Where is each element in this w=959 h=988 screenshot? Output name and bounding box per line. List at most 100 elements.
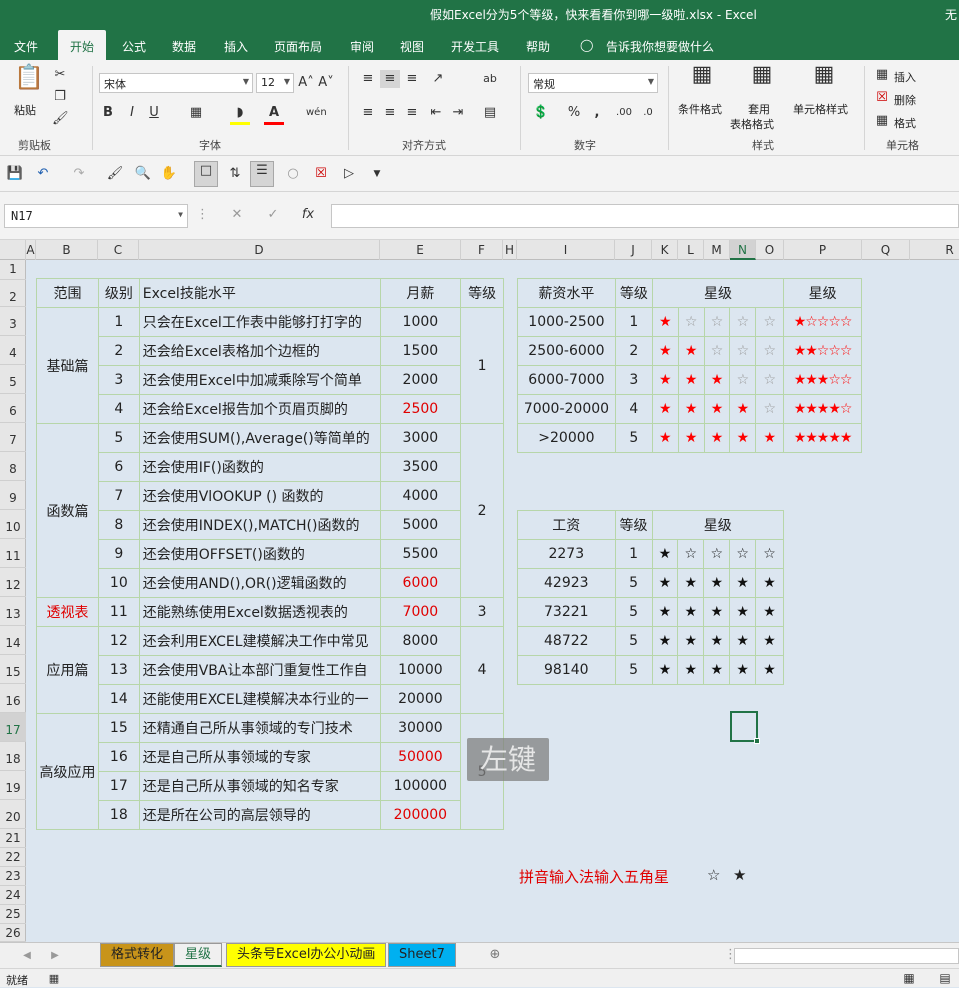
delete-cells-icon[interactable]: ☒ xyxy=(874,89,890,107)
level-cell[interactable]: 1 xyxy=(97,307,140,337)
row-header[interactable]: 3 xyxy=(0,307,26,336)
align-top-icon[interactable]: ≡ xyxy=(358,70,378,88)
tab-formulas[interactable]: 公式 xyxy=(122,38,146,55)
decrease-indent-icon[interactable]: ⇤ xyxy=(426,104,446,122)
align-right-icon[interactable]: ≡ xyxy=(402,104,422,122)
format-as-table-label2[interactable]: 表格格式 xyxy=(730,116,774,132)
row-header[interactable]: 4 xyxy=(0,336,26,365)
skill-cell[interactable]: 还是自己所从事领域的专家 xyxy=(138,742,381,772)
format-cells-button[interactable]: 格式 xyxy=(894,115,916,131)
skill-cell[interactable]: 还是所在公司的高层领导的 xyxy=(138,800,381,830)
align-center-icon[interactable]: ≡ xyxy=(380,104,400,122)
filled-star[interactable]: ★ xyxy=(677,655,705,685)
filled-star[interactable]: ★ xyxy=(703,597,731,627)
salary-cell[interactable]: 200000 xyxy=(379,800,462,830)
format-painter-icon[interactable]: 🖌 xyxy=(52,110,69,128)
row-header[interactable]: 10 xyxy=(0,510,26,539)
orientation-icon[interactable]: ↗ xyxy=(428,70,448,88)
row-header[interactable]: 19 xyxy=(0,771,26,800)
tab-developer[interactable]: 开发工具 xyxy=(451,38,499,55)
fill-handle[interactable] xyxy=(754,738,760,744)
filled-star[interactable]: ★ xyxy=(755,626,784,656)
row-header[interactable]: 9 xyxy=(0,481,26,510)
salary-cell[interactable]: 3500 xyxy=(379,452,462,482)
tab-view[interactable]: 视图 xyxy=(400,38,424,55)
row-header[interactable]: 18 xyxy=(0,742,26,771)
skill-cell[interactable]: 还会给Excel表格加个边框的 xyxy=(138,336,381,366)
insert-cells-button[interactable]: 插入 xyxy=(894,69,916,85)
filled-star[interactable]: ★ xyxy=(703,394,731,424)
level-cell[interactable]: 9 xyxy=(97,539,140,569)
level-cell[interactable]: 10 xyxy=(97,568,140,598)
accounting-icon[interactable]: 💲 xyxy=(530,104,552,122)
salary-cell[interactable]: 100000 xyxy=(379,771,462,801)
filled-star[interactable]: ★ xyxy=(703,423,731,453)
filled-star[interactable]: ★ xyxy=(729,655,757,685)
tab-review[interactable]: 审阅 xyxy=(350,38,374,55)
row-header-selected[interactable]: 17 xyxy=(0,713,26,742)
row-header[interactable]: 26 xyxy=(0,924,26,942)
row-header[interactable]: 12 xyxy=(0,568,26,597)
level-cell[interactable]: 15 xyxy=(97,713,140,743)
increase-decimal-icon[interactable]: .00 xyxy=(614,104,634,122)
level-cell[interactable]: 17 xyxy=(97,771,140,801)
salary-cell[interactable]: 4000 xyxy=(379,481,462,511)
row-header[interactable]: 2 xyxy=(0,280,26,307)
salary-range-cell[interactable]: >20000 xyxy=(517,423,616,453)
header-cell[interactable]: 星级 xyxy=(651,278,785,308)
star-rating-cell[interactable]: ★★☆☆☆ xyxy=(783,336,862,366)
skill-cell[interactable]: 还会利用EXCEL建模解决工作中常见 xyxy=(138,626,381,656)
fill-color-icon[interactable]: ◗ xyxy=(230,104,250,125)
row-header[interactable]: 16 xyxy=(0,684,26,713)
col-header[interactable]: K xyxy=(652,240,678,260)
wage-cell[interactable]: 2273 xyxy=(517,539,616,569)
comment-icon[interactable]: □ xyxy=(194,161,218,187)
tab-file[interactable]: 文件 xyxy=(14,38,38,55)
font-size-select[interactable]: 12 ▼ xyxy=(256,73,294,93)
star-rating-cell[interactable]: ★★★☆☆ xyxy=(783,365,862,395)
level-cell[interactable]: 18 xyxy=(97,800,140,830)
insert-function-icon[interactable]: fx xyxy=(298,206,318,224)
range-cell[interactable]: 透视表 xyxy=(36,597,99,627)
col-header-selected[interactable]: N xyxy=(730,240,756,260)
next-comment-icon[interactable]: ▷ xyxy=(340,165,358,183)
font-name-select[interactable]: 宋体 ▼ xyxy=(99,73,253,93)
format-cells-icon[interactable]: ▦ xyxy=(874,112,890,130)
merge-center-icon[interactable]: ▤ xyxy=(480,104,500,122)
filled-star[interactable]: ★ xyxy=(703,365,731,395)
decrease-font-icon[interactable]: A˅ xyxy=(318,74,334,92)
empty-star[interactable]: ☆ xyxy=(729,539,757,569)
empty-star[interactable]: ☆ xyxy=(729,336,757,366)
salary-cell[interactable]: 5500 xyxy=(379,539,462,569)
worksheet-grid[interactable]: 范围 级别 Excel技能水平 月薪 等级 基础篇 1 只会在Excel工作表中能够… xyxy=(26,260,959,942)
percent-icon[interactable]: % xyxy=(564,104,584,122)
col-header[interactable]: B xyxy=(36,240,98,260)
col-header[interactable]: R xyxy=(910,240,959,260)
star-rating-cell[interactable]: ★★★★☆ xyxy=(783,394,862,424)
skill-cell[interactable]: 还能使用EXCEL建模解决本行业的一 xyxy=(138,684,381,714)
col-header[interactable]: C xyxy=(98,240,139,260)
skill-cell[interactable]: 还会给Excel报告加个页眉页脚的 xyxy=(138,394,381,424)
filled-star[interactable]: ★ xyxy=(677,597,705,627)
empty-star[interactable]: ☆ xyxy=(703,336,731,366)
header-cell[interactable]: 等级 xyxy=(614,510,653,540)
range-cell[interactable]: 应用篇 xyxy=(36,626,99,714)
row-header[interactable]: 20 xyxy=(0,800,26,829)
grade-cell[interactable]: 5 xyxy=(614,423,653,453)
cell-styles-button[interactable]: 单元格样式 xyxy=(793,101,848,117)
row-header[interactable]: 5 xyxy=(0,365,26,394)
filled-star[interactable]: ★ xyxy=(651,568,679,598)
skill-cell[interactable]: 还会使用AND(),OR()逻辑函数的 xyxy=(138,568,381,598)
sort-icon[interactable]: ⇅ xyxy=(226,165,244,183)
align-bottom-icon[interactable]: ≡ xyxy=(402,70,422,88)
salary-cell[interactable]: 1500 xyxy=(379,336,462,366)
row-header[interactable]: 11 xyxy=(0,539,26,568)
customize-qat-icon[interactable]: ▼ xyxy=(370,165,384,183)
next-sheet-icon[interactable]: ▶ xyxy=(48,947,62,965)
row-header[interactable]: 21 xyxy=(0,829,26,848)
salary-cell[interactable]: 2000 xyxy=(379,365,462,395)
grade-cell[interactable]: 3 xyxy=(614,365,653,395)
col-header[interactable]: A xyxy=(26,240,36,260)
grade-cell[interactable]: 5 xyxy=(614,626,653,656)
tab-data[interactable]: 数据 xyxy=(172,38,196,55)
